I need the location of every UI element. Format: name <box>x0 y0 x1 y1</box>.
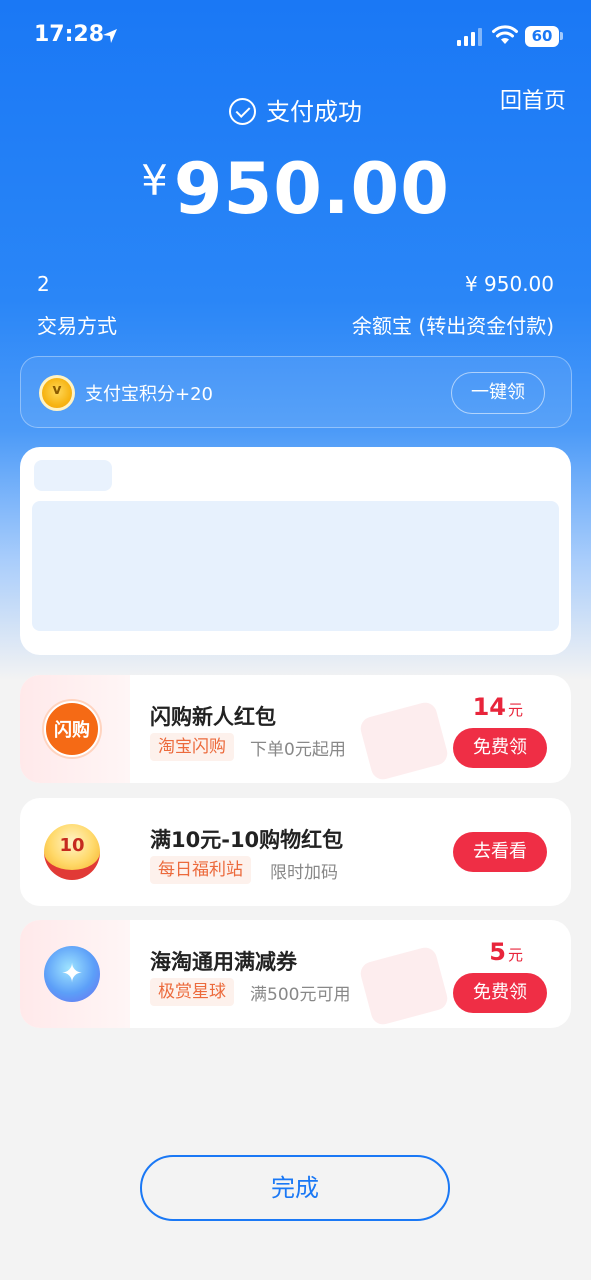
offer-price-value: 5 <box>489 938 506 966</box>
location-arrow-icon <box>103 29 117 43</box>
status-time: 17:28 <box>34 22 105 47</box>
offer-subtitle: 下单0元起用 <box>250 740 346 760</box>
payment-success-title: 支付成功 <box>0 92 591 127</box>
offer-price-unit: 元 <box>507 701 523 719</box>
battery-cap <box>560 32 563 40</box>
claim-offer-button[interactable]: 免费领 <box>453 728 547 768</box>
done-button[interactable]: 完成 <box>140 1155 450 1221</box>
claim-offer-button[interactable]: 免费领 <box>453 973 547 1013</box>
offer-card[interactable]: 10 满10元-10购物红包 每日福利站 限时加码 去看看 <box>20 798 571 906</box>
offer-subtitle: 满500元可用 <box>250 985 351 1005</box>
claim-points-button[interactable]: 一键领 <box>451 372 545 414</box>
loading-placeholder-card <box>20 447 571 655</box>
offer-tag: 淘宝闪购 <box>150 733 234 761</box>
offer-price: 14 元 <box>473 693 523 721</box>
amount-value: 950.00 <box>173 148 450 230</box>
success-text: 支付成功 <box>266 98 362 126</box>
offer-title: 闪购新人红包 <box>150 705 276 729</box>
offer-subtitle: 限时加码 <box>270 863 338 883</box>
check-circle-icon <box>229 98 256 125</box>
placeholder-title <box>34 460 112 491</box>
payment-method-value: 余额宝 (转出资金付款) <box>352 314 554 338</box>
battery-icon: 60 <box>525 26 559 47</box>
wifi-icon <box>492 25 518 44</box>
detail-left-value: 2 <box>37 272 50 296</box>
offer-card[interactable]: 闪购 闪购新人红包 淘宝闪购 下单0元起用 14 元 免费领 <box>20 675 571 783</box>
status-bar: 17:28 60 <box>0 0 591 76</box>
payment-method-label: 交易方式 <box>37 314 117 338</box>
red-envelope-watermark <box>358 944 450 1028</box>
placeholder-content <box>32 501 559 631</box>
offer-title: 满10元-10购物红包 <box>150 828 344 852</box>
view-offer-button[interactable]: 去看看 <box>453 832 547 872</box>
payment-amount: ¥950.00 <box>0 148 591 230</box>
points-coin-icon <box>39 375 75 411</box>
offer-title: 海淘通用满减券 <box>150 950 297 974</box>
offer-price-unit: 元 <box>507 946 523 964</box>
currency-symbol: ¥ <box>141 156 168 205</box>
star-planet-icon: ✦ <box>44 946 100 1002</box>
offer-price: 5元 <box>489 938 523 966</box>
detail-right-value: ¥ 950.00 <box>464 272 554 296</box>
offer-tag: 每日福利站 <box>150 856 251 884</box>
points-label: 支付宝积分+20 <box>85 384 213 405</box>
cellular-signal-icon <box>457 28 482 46</box>
offer-card[interactable]: ✦ 海淘通用满减券 极赏星球 满500元可用 5元 免费领 <box>20 920 571 1028</box>
offer-tag: 极赏星球 <box>150 978 234 1006</box>
points-banner: 支付宝积分+20 一键领 <box>20 356 572 428</box>
offer-price-value: 14 <box>472 693 506 721</box>
ten-yuan-coupon-icon: 10 <box>44 824 100 880</box>
flash-buy-icon: 闪购 <box>44 701 100 757</box>
red-envelope-watermark <box>358 699 450 783</box>
